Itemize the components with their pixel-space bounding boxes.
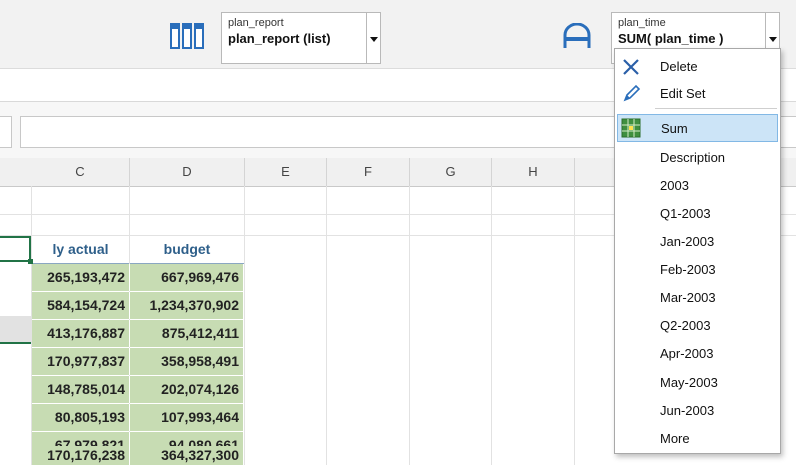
menu-item-label: Description	[660, 150, 726, 165]
menu-item-label: Sum	[661, 121, 688, 136]
pencil-icon	[620, 83, 642, 105]
menu-item-more[interactable]: More	[615, 424, 780, 452]
menu-item-apr-2003[interactable]: Apr-2003	[615, 339, 780, 367]
cell-header-ly-actual[interactable]: ly actual	[32, 236, 129, 264]
cell-budget[interactable]: 1,234,370,902	[130, 292, 244, 319]
menu-item-edit-set[interactable]: Edit Set	[615, 79, 780, 107]
menu-item-q2-2003[interactable]: Q2-2003	[615, 311, 780, 339]
cell-ly-actual[interactable]: 265,193,472	[32, 264, 130, 291]
cell-ly-actual[interactable]: 148,785,014	[32, 376, 130, 403]
cell-ly-actual[interactable]: 413,176,887	[32, 320, 130, 347]
dimension-selection: plan_report (list)	[228, 31, 331, 46]
menu-item-description[interactable]: Description	[615, 143, 780, 171]
column-header-e[interactable]: E	[245, 158, 327, 186]
menu-item-label: Edit Set	[660, 86, 706, 101]
menu-item-label: Apr-2003	[660, 346, 714, 361]
menu-item-label: Jun-2003	[660, 403, 715, 418]
cell-budget[interactable]: 358,958,491	[130, 348, 244, 375]
column-header-g[interactable]: G	[410, 158, 492, 186]
dimension-name: plan_report	[228, 17, 284, 29]
menu-item-label: Q1-2003	[660, 206, 711, 221]
grid-line	[491, 186, 492, 465]
grid-line	[244, 186, 245, 465]
name-box[interactable]	[0, 116, 12, 148]
menu-item-sum[interactable]: Sum	[617, 114, 778, 142]
menu-item-label: Mar-2003	[660, 290, 716, 305]
close-icon	[620, 56, 642, 78]
menu-item-may-2003[interactable]: May-2003	[615, 368, 780, 396]
menu-item-jun-2003[interactable]: Jun-2003	[615, 396, 780, 424]
context-menu: Delete Edit Set Sum Description 2003 Q1-…	[614, 48, 781, 454]
grid-line	[326, 186, 327, 465]
cell-budget[interactable]: 364,327,300	[130, 446, 244, 465]
menu-item-2003[interactable]: 2003	[615, 171, 780, 199]
columns-icon	[170, 23, 204, 49]
menu-item-label: Q2-2003	[660, 318, 711, 333]
menu-item-feb-2003[interactable]: Feb-2003	[615, 255, 780, 283]
dimension-selection: SUM( plan_time )	[618, 31, 724, 46]
cell-budget[interactable]: 667,969,476	[130, 264, 244, 291]
dimension-name: plan_time	[618, 17, 666, 29]
menu-item-label: Feb-2003	[660, 262, 716, 277]
menu-item-label: 2003	[660, 178, 689, 193]
column-header-d[interactable]: D	[130, 158, 245, 186]
menu-item-jan-2003[interactable]: Jan-2003	[615, 227, 780, 255]
menu-item-label: Delete	[660, 59, 698, 74]
cell-header-budget[interactable]: budget	[130, 236, 244, 264]
menu-separator	[655, 108, 777, 109]
column-header-f[interactable]: F	[327, 158, 410, 186]
chevron-down-icon[interactable]	[366, 13, 380, 63]
menu-item-delete[interactable]: Delete	[615, 52, 780, 80]
grid-line	[574, 186, 575, 465]
menu-item-mar-2003[interactable]: Mar-2003	[615, 283, 780, 311]
cell-budget[interactable]: 202,074,126	[130, 376, 244, 403]
plan-report-selector[interactable]: plan_report plan_report (list)	[221, 12, 381, 64]
selected-cell[interactable]	[0, 236, 31, 262]
column-header-h[interactable]: H	[492, 158, 575, 186]
cell-ly-actual[interactable]: 170,176,238	[32, 446, 130, 465]
cell-ly-actual[interactable]: 170,977,837	[32, 348, 130, 375]
arc-bracket-icon	[563, 22, 591, 49]
grid-line	[409, 186, 410, 465]
spreadsheet-sum-icon	[621, 118, 643, 140]
menu-item-q1-2003[interactable]: Q1-2003	[615, 199, 780, 227]
cell-ly-actual[interactable]: 80,805,193	[32, 404, 130, 431]
menu-item-label: Jan-2003	[660, 234, 715, 249]
cell-ly-actual[interactable]: 584,154,724	[32, 292, 130, 319]
menu-item-label: May-2003	[660, 375, 718, 390]
column-header-c[interactable]: C	[31, 158, 130, 186]
menu-item-label: More	[660, 431, 690, 446]
row-header-corner	[0, 316, 31, 344]
cell-budget[interactable]: 107,993,464	[130, 404, 244, 431]
cell-budget[interactable]: 875,412,411	[130, 320, 244, 347]
